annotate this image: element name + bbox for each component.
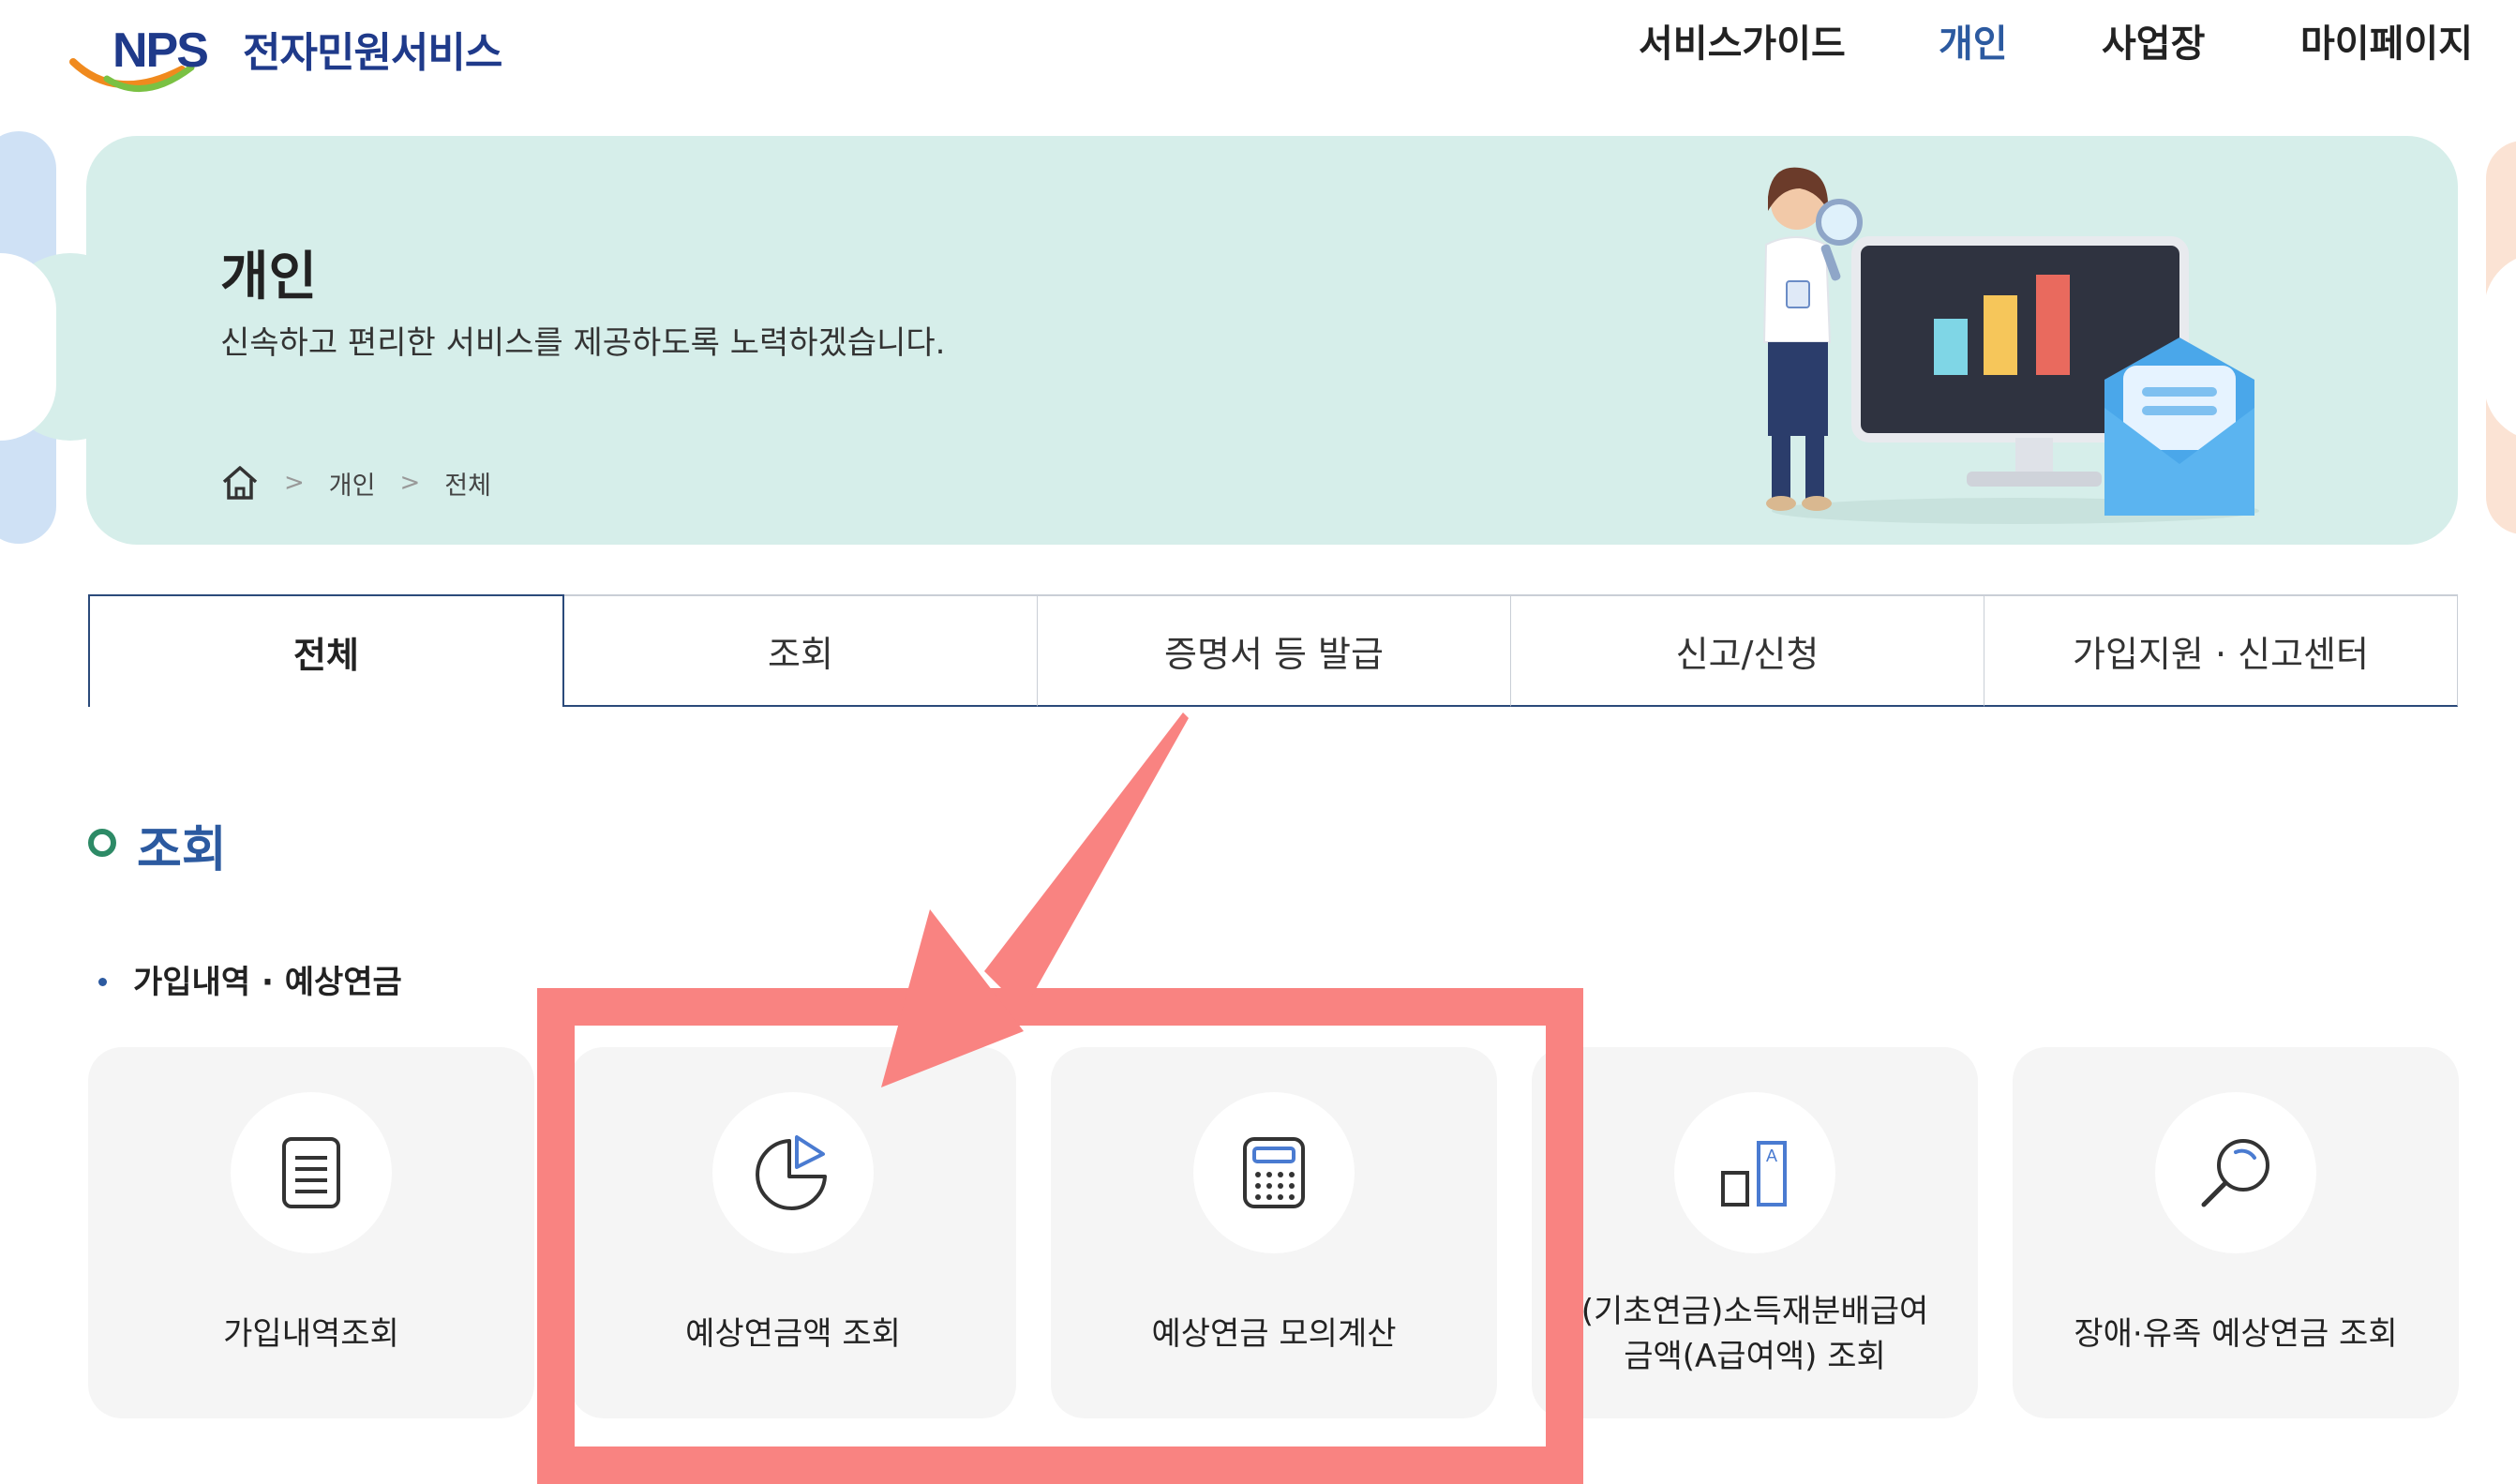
site-logo[interactable]: NPS 전자민원서비스 bbox=[69, 13, 557, 103]
subsection-title: 가입내역 · 예상연금 bbox=[133, 964, 402, 1001]
nav-service-guide[interactable]: 서비스가이드 bbox=[1639, 13, 1846, 69]
magnifier-icon bbox=[2201, 1139, 2269, 1207]
subsection-bullet-icon bbox=[98, 978, 107, 986]
nav-business[interactable]: 사업장 bbox=[2102, 13, 2205, 69]
logo-text: 전자민원서비스 bbox=[243, 29, 502, 77]
tab-all[interactable]: 전체 bbox=[88, 594, 564, 707]
home-icon[interactable] bbox=[220, 464, 260, 502]
card-label-line1: (기초연금)소득재분배급여 bbox=[1580, 1293, 1929, 1330]
breadcrumb: > 개인 > 전체 bbox=[220, 462, 491, 503]
section-title: 조회 bbox=[137, 822, 227, 878]
hero-illustration bbox=[1762, 167, 2259, 524]
tab-certificates[interactable]: 증명서 등 발급 bbox=[1038, 594, 1511, 707]
page-subtitle: 신속하고 편리한 서비스를 제공하도록 노력하겠습니다. bbox=[220, 324, 946, 362]
nav-personal[interactable]: 개인 bbox=[1939, 13, 2008, 69]
page-title: 개인 bbox=[220, 247, 318, 307]
nav-mypage[interactable]: 마이페이지 bbox=[2300, 13, 2473, 69]
breadcrumb-item-all[interactable]: 전체 bbox=[444, 465, 491, 502]
card-label-line2: 금액(A급여액) 조회 bbox=[1624, 1338, 1886, 1375]
card-label: 장애·유족 예상연금 조회 bbox=[2074, 1315, 2398, 1353]
compare-bars-icon: A bbox=[1721, 1141, 1787, 1207]
document-icon bbox=[282, 1137, 340, 1208]
highlight-box bbox=[537, 988, 1583, 1484]
service-card-enrollment-history[interactable]: 가입내역조회 bbox=[88, 1047, 534, 1418]
logo-mark: NPS bbox=[112, 23, 209, 78]
service-card-redistribution-benefit[interactable]: A (기초연금)소득재분배급여 금액(A급여액) 조회 bbox=[1532, 1047, 1978, 1418]
svg-text:A: A bbox=[1766, 1147, 1777, 1165]
category-tabs: 전체 조회 증명서 등 발급 신고/신청 가입지원 · 신고센터 bbox=[88, 594, 2458, 709]
left-notch bbox=[0, 253, 56, 441]
card-label: 가입내역조회 bbox=[223, 1315, 399, 1353]
section-bullet-icon bbox=[88, 829, 116, 857]
tab-report-apply[interactable]: 신고/신청 bbox=[1511, 594, 1984, 707]
tab-support-center[interactable]: 가입지원 · 신고센터 bbox=[1984, 594, 2458, 707]
breadcrumb-separator: > bbox=[399, 469, 421, 497]
service-card-disability-survivor[interactable]: 장애·유족 예상연금 조회 bbox=[2013, 1047, 2459, 1418]
breadcrumb-item-personal[interactable]: 개인 bbox=[329, 465, 376, 502]
tab-inquiry[interactable]: 조회 bbox=[564, 594, 1038, 707]
breadcrumb-separator: > bbox=[284, 469, 305, 497]
